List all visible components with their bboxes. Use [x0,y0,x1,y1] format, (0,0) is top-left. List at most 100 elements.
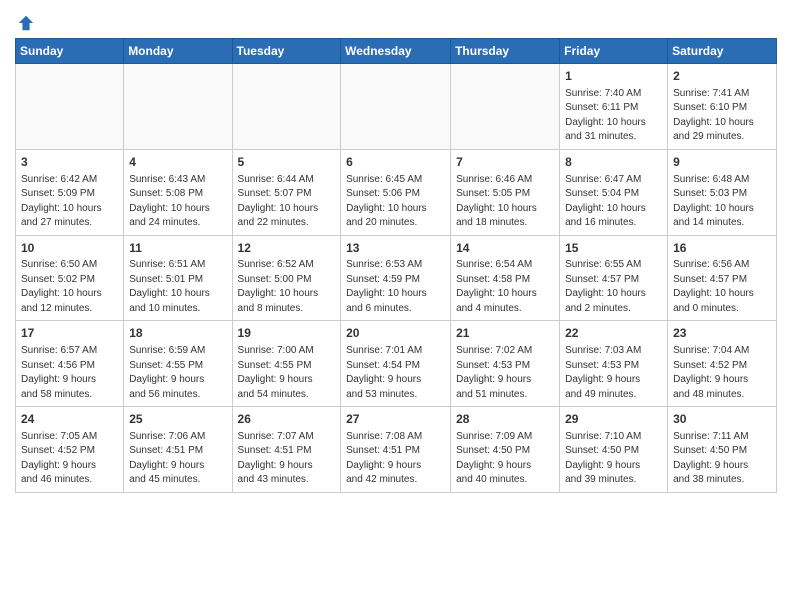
page: SundayMondayTuesdayWednesdayThursdayFrid… [0,0,792,508]
calendar-cell: 4 Sunrise: 6:43 AMSunset: 5:08 PMDaylight… [124,149,232,235]
day-info: Sunrise: 7:40 AMSunset: 6:11 PMDaylight:… [565,87,662,145]
day-number: 12 [238,240,336,257]
calendar-cell: 11Sunrise: 6:51 AMSunset: 5:01 PMDayligh… [124,235,232,321]
calendar-cell: 3 Sunrise: 6:42 AMSunset: 5:09 PMDaylight… [16,149,124,235]
day-info: Sunrise: 7:00 AMSunset: 4:55 PMDaylight:… [238,344,336,402]
day-info: Sunrise: 6:44 AMSunset: 5:07 PMDaylight:… [238,173,336,231]
calendar-cell [341,64,451,150]
day-info: Sunrise: 6:52 AMSunset: 5:00 PMDaylight:… [238,258,336,316]
week-row-0: 1 Sunrise: 7:40 AMSunset: 6:11 PMDaylight… [16,64,777,150]
day-number: 11 [129,240,226,257]
calendar-cell: 16Sunrise: 6:56 AMSunset: 4:57 PMDayligh… [668,235,777,321]
day-number: 30 [673,411,771,428]
calendar-cell: 6 Sunrise: 6:45 AMSunset: 5:06 PMDaylight… [341,149,451,235]
day-number: 19 [238,325,336,342]
day-number: 27 [346,411,445,428]
day-info: Sunrise: 6:54 AMSunset: 4:58 PMDaylight:… [456,258,554,316]
day-number: 20 [346,325,445,342]
day-info: Sunrise: 6:53 AMSunset: 4:59 PMDaylight:… [346,258,445,316]
calendar-cell: 29 Sunrise: 7:10 AMSunset: 4:50 PMDayligh… [560,407,668,493]
day-number: 8 [565,154,662,171]
day-info: Sunrise: 7:06 AMSunset: 4:51 PMDaylight:… [129,430,226,488]
logo [15,14,35,30]
day-number: 17 [21,325,118,342]
calendar-cell: 12Sunrise: 6:52 AMSunset: 5:00 PMDayligh… [232,235,341,321]
day-info: Sunrise: 7:41 AMSunset: 6:10 PMDaylight:… [673,87,771,145]
day-info: Sunrise: 6:48 AMSunset: 5:03 PMDaylight:… [673,173,771,231]
day-info: Sunrise: 7:09 AMSunset: 4:50 PMDaylight:… [456,430,554,488]
day-number: 16 [673,240,771,257]
day-number: 14 [456,240,554,257]
weekday-header-tuesday: Tuesday [232,39,341,64]
day-number: 18 [129,325,226,342]
day-info: Sunrise: 6:55 AMSunset: 4:57 PMDaylight:… [565,258,662,316]
day-number: 24 [21,411,118,428]
calendar-cell: 21Sunrise: 7:02 AMSunset: 4:53 PMDayligh… [451,321,560,407]
day-info: Sunrise: 6:59 AMSunset: 4:55 PMDaylight:… [129,344,226,402]
calendar-cell: 23 Sunrise: 7:04 AMSunset: 4:52 PMDayligh… [668,321,777,407]
calendar-cell: 18 Sunrise: 6:59 AMSunset: 4:55 PMDayligh… [124,321,232,407]
day-info: Sunrise: 7:11 AMSunset: 4:50 PMDaylight:… [673,430,771,488]
day-info: Sunrise: 7:02 AMSunset: 4:53 PMDaylight:… [456,344,554,402]
day-number: 22 [565,325,662,342]
day-number: 1 [565,68,662,85]
calendar-cell: 19 Sunrise: 7:00 AMSunset: 4:55 PMDayligh… [232,321,341,407]
day-info: Sunrise: 7:08 AMSunset: 4:51 PMDaylight:… [346,430,445,488]
day-number: 28 [456,411,554,428]
logo-icon [17,14,35,32]
weekday-header-wednesday: Wednesday [341,39,451,64]
calendar-cell [16,64,124,150]
day-info: Sunrise: 7:05 AMSunset: 4:52 PMDaylight:… [21,430,118,488]
day-info: Sunrise: 6:43 AMSunset: 5:08 PMDaylight:… [129,173,226,231]
day-number: 4 [129,154,226,171]
weekday-header-row: SundayMondayTuesdayWednesdayThursdayFrid… [16,39,777,64]
day-number: 5 [238,154,336,171]
calendar-cell: 17 Sunrise: 6:57 AMSunset: 4:56 PMDayligh… [16,321,124,407]
calendar-cell: 14Sunrise: 6:54 AMSunset: 4:58 PMDayligh… [451,235,560,321]
calendar-cell: 22 Sunrise: 7:03 AMSunset: 4:53 PMDayligh… [560,321,668,407]
weekday-header-monday: Monday [124,39,232,64]
day-info: Sunrise: 6:51 AMSunset: 5:01 PMDaylight:… [129,258,226,316]
calendar-cell: 28 Sunrise: 7:09 AMSunset: 4:50 PMDayligh… [451,407,560,493]
calendar-cell: 13Sunrise: 6:53 AMSunset: 4:59 PMDayligh… [341,235,451,321]
day-number: 23 [673,325,771,342]
calendar-cell: 15Sunrise: 6:55 AMSunset: 4:57 PMDayligh… [560,235,668,321]
calendar-cell: 5 Sunrise: 6:44 AMSunset: 5:07 PMDaylight… [232,149,341,235]
day-info: Sunrise: 6:56 AMSunset: 4:57 PMDaylight:… [673,258,771,316]
calendar-header: SundayMondayTuesdayWednesdayThursdayFrid… [16,39,777,64]
day-info: Sunrise: 7:10 AMSunset: 4:50 PMDaylight:… [565,430,662,488]
day-number: 7 [456,154,554,171]
day-info: Sunrise: 7:01 AMSunset: 4:54 PMDaylight:… [346,344,445,402]
day-info: Sunrise: 6:45 AMSunset: 5:06 PMDaylight:… [346,173,445,231]
logo-text [15,14,35,34]
day-info: Sunrise: 6:57 AMSunset: 4:56 PMDaylight:… [21,344,118,402]
calendar-body: 1 Sunrise: 7:40 AMSunset: 6:11 PMDaylight… [16,64,777,493]
calendar-cell [232,64,341,150]
calendar-cell: 1 Sunrise: 7:40 AMSunset: 6:11 PMDaylight… [560,64,668,150]
calendar-cell: 9Sunrise: 6:48 AMSunset: 5:03 PMDaylight… [668,149,777,235]
day-info: Sunrise: 6:46 AMSunset: 5:05 PMDaylight:… [456,173,554,231]
calendar-cell: 30 Sunrise: 7:11 AMSunset: 4:50 PMDayligh… [668,407,777,493]
day-number: 13 [346,240,445,257]
calendar-cell: 26Sunrise: 7:07 AMSunset: 4:51 PMDayligh… [232,407,341,493]
calendar-cell [451,64,560,150]
week-row-1: 3 Sunrise: 6:42 AMSunset: 5:09 PMDaylight… [16,149,777,235]
day-number: 26 [238,411,336,428]
day-info: Sunrise: 7:03 AMSunset: 4:53 PMDaylight:… [565,344,662,402]
week-row-2: 10Sunrise: 6:50 AMSunset: 5:02 PMDayligh… [16,235,777,321]
weekday-header-friday: Friday [560,39,668,64]
week-row-4: 24 Sunrise: 7:05 AMSunset: 4:52 PMDayligh… [16,407,777,493]
week-row-3: 17 Sunrise: 6:57 AMSunset: 4:56 PMDayligh… [16,321,777,407]
day-number: 15 [565,240,662,257]
day-info: Sunrise: 6:42 AMSunset: 5:09 PMDaylight:… [21,173,118,231]
day-info: Sunrise: 6:47 AMSunset: 5:04 PMDaylight:… [565,173,662,231]
day-number: 29 [565,411,662,428]
day-info: Sunrise: 7:04 AMSunset: 4:52 PMDaylight:… [673,344,771,402]
header [15,10,777,30]
calendar-cell: 8 Sunrise: 6:47 AMSunset: 5:04 PMDaylight… [560,149,668,235]
calendar-cell: 20 Sunrise: 7:01 AMSunset: 4:54 PMDayligh… [341,321,451,407]
day-number: 6 [346,154,445,171]
day-number: 3 [21,154,118,171]
calendar-table: SundayMondayTuesdayWednesdayThursdayFrid… [15,38,777,493]
calendar-cell: 10Sunrise: 6:50 AMSunset: 5:02 PMDayligh… [16,235,124,321]
